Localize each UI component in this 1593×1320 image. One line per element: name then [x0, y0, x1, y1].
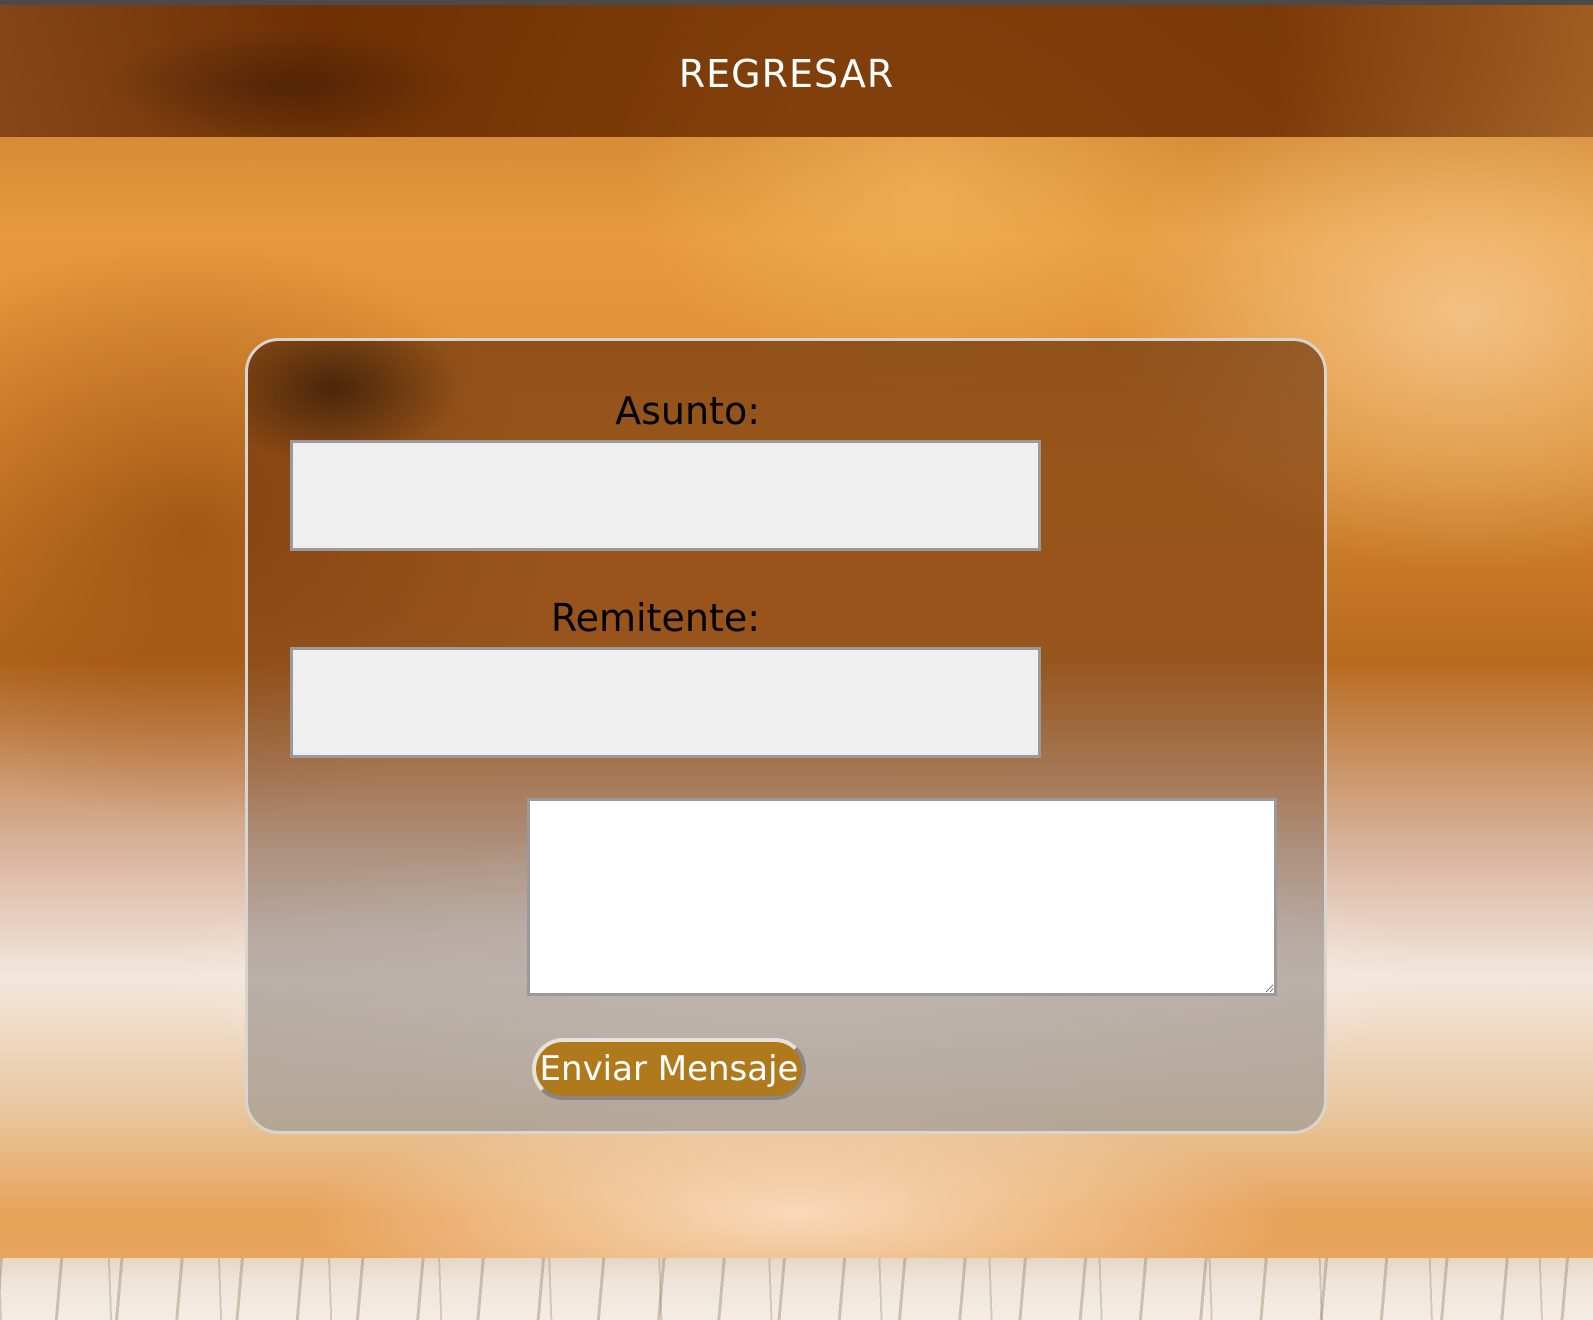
subject-input[interactable]	[290, 440, 1041, 551]
subject-label: Asunto:	[615, 389, 760, 433]
sender-label: Remitente:	[550, 596, 760, 640]
contact-form-panel: Asunto: Remitente: Mensaje: Enviar Mensa…	[245, 338, 1327, 1134]
message-textarea[interactable]	[527, 798, 1277, 996]
background-table-surface	[0, 1258, 1593, 1320]
send-message-button[interactable]: Enviar Mensaje	[532, 1038, 806, 1100]
top-header-bar: REGRESAR	[0, 5, 1593, 137]
back-link[interactable]: REGRESAR	[0, 52, 1573, 96]
sender-input[interactable]	[290, 647, 1041, 758]
